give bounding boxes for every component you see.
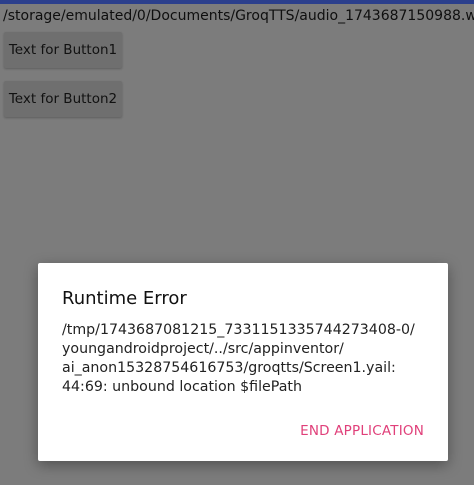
button-2[interactable]: Text for Button2 (4, 81, 122, 117)
dialog-message: /tmp/1743687081215_7331151335744273408-0… (62, 322, 415, 395)
file-path-label: /storage/emulated/0/Documents/GroqTTS/au… (3, 8, 474, 24)
runtime-error-dialog: Runtime Error /tmp/1743687081215_7331151… (38, 263, 448, 461)
button-1[interactable]: Text for Button1 (4, 32, 122, 68)
end-application-button[interactable]: END APPLICATION (300, 421, 424, 441)
dialog-title: Runtime Error (62, 288, 187, 309)
